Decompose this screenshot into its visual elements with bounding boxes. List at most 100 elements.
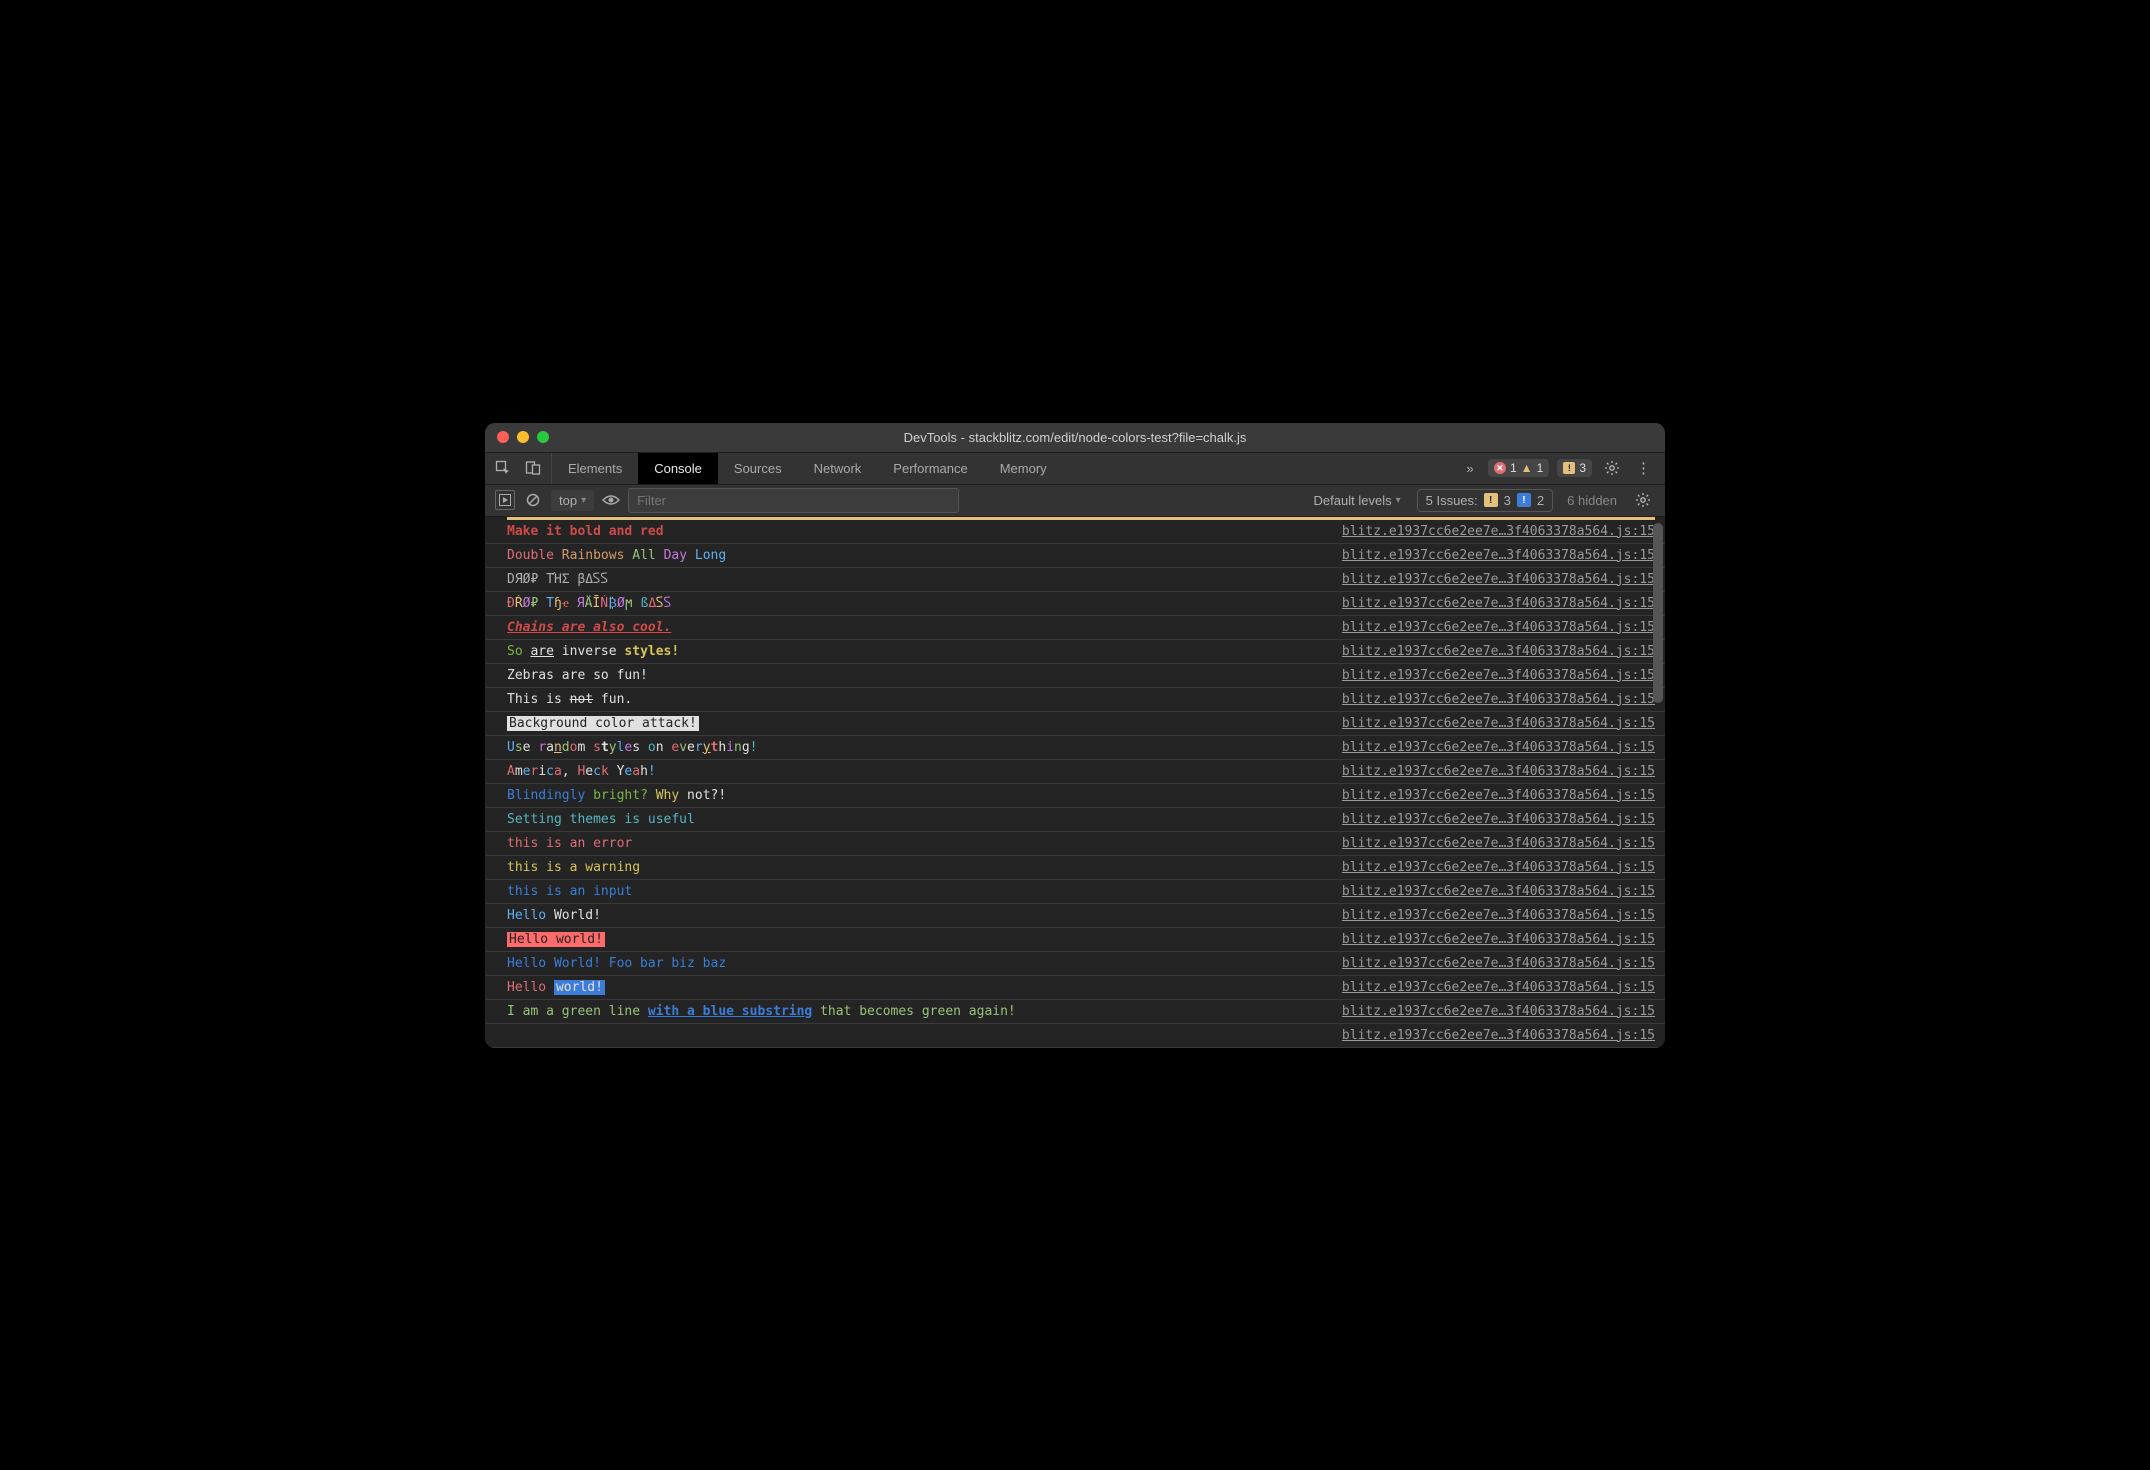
source-link[interactable]: blitz.e1937cc6e2ee7e…3f4063378a564.js:15: [1332, 764, 1655, 779]
source-link[interactable]: blitz.e1937cc6e2ee7e…3f4063378a564.js:15: [1332, 884, 1655, 899]
source-link[interactable]: blitz.e1937cc6e2ee7e…3f4063378a564.js:15: [1332, 620, 1655, 635]
source-link[interactable]: blitz.e1937cc6e2ee7e…3f4063378a564.js:15: [1332, 908, 1655, 923]
source-link[interactable]: blitz.e1937cc6e2ee7e…3f4063378a564.js:15: [1332, 1004, 1655, 1019]
error-icon: ✕: [1494, 462, 1506, 474]
panel-tab-elements[interactable]: Elements: [552, 453, 638, 484]
source-link[interactable]: blitz.e1937cc6e2ee7e…3f4063378a564.js:15: [1332, 812, 1655, 827]
source-link[interactable]: blitz.e1937cc6e2ee7e…3f4063378a564.js:15: [1332, 788, 1655, 803]
source-link[interactable]: blitz.e1937cc6e2ee7e…3f4063378a564.js:15: [1332, 524, 1655, 539]
console-row: Blindingly bright? Why not?!blitz.e1937c…: [485, 784, 1665, 808]
console-message: Chains are also cool.: [507, 620, 1332, 635]
execution-context-selector[interactable]: top: [551, 490, 594, 511]
settings-gear-icon[interactable]: [1600, 460, 1624, 476]
console-row: Use random styles on everything!blitz.e1…: [485, 736, 1665, 760]
console-message: this is an error: [507, 836, 1332, 851]
console-toolbar: top Default levels 5 Issues: ! 3 ! 2 6 h…: [485, 485, 1665, 517]
devtools-window: DevTools - stackblitz.com/edit/node-colo…: [485, 423, 1665, 1048]
live-expression-button[interactable]: [602, 494, 620, 506]
console-message: Use random styles on everything!: [507, 740, 1332, 755]
source-link[interactable]: blitz.e1937cc6e2ee7e…3f4063378a564.js:15: [1332, 596, 1655, 611]
issues-summary-button[interactable]: 5 Issues: ! 3 ! 2: [1417, 489, 1554, 512]
zoom-window-button[interactable]: [537, 431, 549, 443]
source-link[interactable]: blitz.e1937cc6e2ee7e…3f4063378a564.js:15: [1332, 692, 1655, 707]
console-message: Zebras are so fun!: [507, 668, 1332, 683]
more-menu-icon[interactable]: ⋮: [1632, 459, 1655, 477]
toggle-sidebar-button[interactable]: [495, 490, 515, 510]
source-link[interactable]: blitz.e1937cc6e2ee7e…3f4063378a564.js:15: [1332, 572, 1655, 587]
console-message: DЯØ₽ TΉΣ βΔ𐊖𐊖: [507, 572, 1332, 587]
console-message: Make it bold and red: [507, 524, 1332, 539]
panel-tab-sources[interactable]: Sources: [718, 453, 798, 484]
inspect-element-icon[interactable]: [495, 460, 511, 476]
window-title: DevTools - stackblitz.com/edit/node-colo…: [485, 430, 1665, 445]
source-link[interactable]: blitz.e1937cc6e2ee7e…3f4063378a564.js:15: [1332, 980, 1655, 995]
error-count: 1: [1510, 461, 1517, 475]
source-link[interactable]: blitz.e1937cc6e2ee7e…3f4063378a564.js:15: [1332, 668, 1655, 683]
console-row: Hello World! Foo bar biz bazblitz.e1937c…: [485, 952, 1665, 976]
source-link[interactable]: blitz.e1937cc6e2ee7e…3f4063378a564.js:15: [1332, 548, 1655, 563]
console-message: So are inverse styles!: [507, 644, 1332, 659]
warning-icon: ▲: [1521, 462, 1533, 474]
console-row: this is a warningblitz.e1937cc6e2ee7e…3f…: [485, 856, 1665, 880]
console-row: Double Rainbows All Day Longblitz.e1937c…: [485, 544, 1665, 568]
tabs-overflow-button[interactable]: »: [1462, 460, 1478, 476]
close-window-button[interactable]: [497, 431, 509, 443]
log-levels-selector[interactable]: Default levels: [1306, 490, 1409, 511]
console-message: Hello world!: [507, 932, 1332, 947]
issues-warn-count: 3: [1504, 493, 1511, 508]
source-link[interactable]: blitz.e1937cc6e2ee7e…3f4063378a564.js:15: [1332, 836, 1655, 851]
source-link[interactable]: blitz.e1937cc6e2ee7e…3f4063378a564.js:15: [1332, 860, 1655, 875]
console-row: this is an inputblitz.e1937cc6e2ee7e…3f4…: [485, 880, 1665, 904]
source-link[interactable]: blitz.e1937cc6e2ee7e…3f4063378a564.js:15: [1332, 932, 1655, 947]
console-message: I am a green line with a blue substring …: [507, 1004, 1332, 1019]
console-message: Blindingly bright? Why not?!: [507, 788, 1332, 803]
scrollbar-thumb[interactable]: [1653, 523, 1663, 703]
filter-input-wrapper: [628, 488, 959, 513]
console-body[interactable]: Make it bold and redblitz.e1937cc6e2ee7e…: [485, 517, 1665, 1048]
console-settings-gear-icon[interactable]: [1631, 492, 1655, 508]
console-row: Setting themes is usefulblitz.e1937cc6e2…: [485, 808, 1665, 832]
console-message: Background color attack!: [507, 716, 1332, 731]
console-row: DЯØ₽ TΉΣ βΔ𐊖𐊖blitz.e1937cc6e2ee7e…3f4063…: [485, 568, 1665, 592]
hidden-messages-label[interactable]: 6 hidden: [1561, 493, 1623, 508]
panel-tab-memory[interactable]: Memory: [984, 453, 1063, 484]
issues-info-icon: !: [1517, 493, 1531, 507]
source-link[interactable]: blitz.e1937cc6e2ee7e…3f4063378a564.js:15: [1332, 1028, 1655, 1043]
source-link[interactable]: blitz.e1937cc6e2ee7e…3f4063378a564.js:15: [1332, 716, 1655, 731]
console-row: Background color attack!blitz.e1937cc6e2…: [485, 712, 1665, 736]
console-row: Chains are also cool.blitz.e1937cc6e2ee7…: [485, 616, 1665, 640]
source-link[interactable]: blitz.e1937cc6e2ee7e…3f4063378a564.js:15: [1332, 956, 1655, 971]
clear-console-button[interactable]: [523, 490, 543, 510]
source-link[interactable]: blitz.e1937cc6e2ee7e…3f4063378a564.js:15: [1332, 644, 1655, 659]
filter-input[interactable]: [628, 488, 959, 513]
console-message: This is not fun.: [507, 692, 1332, 707]
console-row: Hello world!blitz.e1937cc6e2ee7e…3f40633…: [485, 976, 1665, 1000]
device-toolbar-icon[interactable]: [525, 460, 541, 476]
console-message: Hello World! Foo bar biz baz: [507, 956, 1332, 971]
console-message: Setting themes is useful: [507, 812, 1332, 827]
issues-badge[interactable]: ! 3: [1557, 459, 1592, 477]
console-row: ÐŔØ₽ Tɧҽ ЯǞĪŃ₿Øϻ ßΔ𐊖𐊖blitz.e1937cc6e2ee7…: [485, 592, 1665, 616]
minimize-window-button[interactable]: [517, 431, 529, 443]
source-link[interactable]: blitz.e1937cc6e2ee7e…3f4063378a564.js:15: [1332, 740, 1655, 755]
warning-count: 1: [1537, 461, 1544, 475]
console-message: ÐŔØ₽ Tɧҽ ЯǞĪŃ₿Øϻ ßΔ𐊖𐊖: [507, 595, 1332, 611]
console-message: America, Heck Yeah!: [507, 764, 1332, 779]
console-row: This is not fun.blitz.e1937cc6e2ee7e…3f4…: [485, 688, 1665, 712]
console-row: Hello World!blitz.e1937cc6e2ee7e…3f40633…: [485, 904, 1665, 928]
titlebar: DevTools - stackblitz.com/edit/node-colo…: [485, 423, 1665, 453]
console-row: Hello world!blitz.e1937cc6e2ee7e…3f40633…: [485, 928, 1665, 952]
console-row: this is an errorblitz.e1937cc6e2ee7e…3f4…: [485, 832, 1665, 856]
console-message: this is a warning: [507, 860, 1332, 875]
console-row: America, Heck Yeah!blitz.e1937cc6e2ee7e……: [485, 760, 1665, 784]
panel-tab-network[interactable]: Network: [798, 453, 878, 484]
error-warning-badge[interactable]: ✕ 1 ▲ 1: [1488, 459, 1549, 477]
console-row: So are inverse styles!blitz.e1937cc6e2ee…: [485, 640, 1665, 664]
console-message: this is an input: [507, 884, 1332, 899]
issues-icon: !: [1563, 462, 1575, 474]
console-row: Make it bold and redblitz.e1937cc6e2ee7e…: [485, 520, 1665, 544]
console-message: Hello world!: [507, 980, 1332, 995]
console-row: I am a green line with a blue substring …: [485, 1000, 1665, 1024]
panel-tab-performance[interactable]: Performance: [877, 453, 983, 484]
panel-tab-console[interactable]: Console: [638, 453, 718, 484]
